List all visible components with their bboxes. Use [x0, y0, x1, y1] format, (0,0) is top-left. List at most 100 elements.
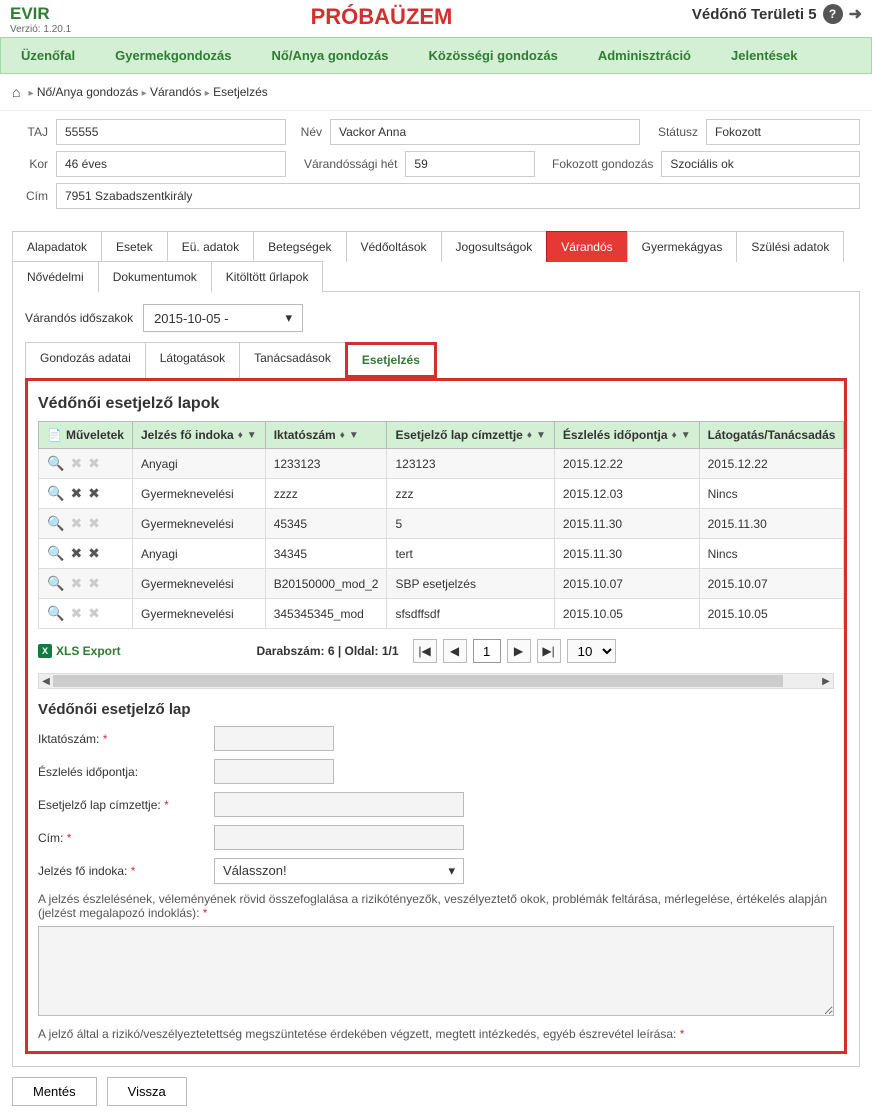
xls-export[interactable]: X XLS Export [38, 644, 121, 658]
horizontal-scrollbar[interactable]: ◀ ▶ [38, 673, 834, 689]
view-icon[interactable]: 🔍 [47, 515, 64, 532]
delete-icon[interactable]: ✖ [88, 545, 100, 562]
view-icon[interactable]: 🔍 [47, 485, 64, 502]
nav-item[interactable]: Gyermekgondozás [95, 38, 251, 73]
user-name: Védőnő Területi 5 [692, 6, 817, 23]
grid-table: 📄Műveletek Jelzés fő indoka♦▼ Iktatószám… [38, 421, 844, 629]
form-cim-label: Cím: [38, 831, 63, 845]
chevron-down-icon: ▾ [286, 310, 293, 326]
indok-select[interactable]: Válasszon! ▾ [214, 858, 464, 884]
home-icon[interactable]: ⌂ [12, 84, 20, 100]
th-cimzett: Esetjelző lap címzettje [395, 428, 522, 442]
breadcrumb-item[interactable]: Esetjelzés [213, 85, 268, 99]
pager-next[interactable]: ▶ [507, 639, 531, 663]
taj-label: TAJ [12, 125, 48, 139]
pager-first[interactable]: |◀ [413, 639, 437, 663]
pager-size-select[interactable]: 10 [567, 639, 616, 663]
tab[interactable]: Gyermekágyas [627, 231, 738, 262]
nav-item[interactable]: Nő/Anya gondozás [252, 38, 409, 73]
th-iktato: Iktatószám [274, 428, 336, 442]
banner-text: PRÓBAÜZEM [311, 4, 453, 30]
scroll-right-icon[interactable]: ▶ [819, 674, 833, 688]
cell-cimzett: 123123 [387, 449, 554, 479]
cimzett-input[interactable] [214, 792, 464, 817]
period-label: Várandós időszakok [25, 311, 133, 325]
tab[interactable]: Dokumentumok [98, 261, 212, 292]
pager-page-input[interactable] [473, 639, 501, 663]
subtab[interactable]: Esetjelzés [345, 342, 437, 378]
cell-cimzett: zzz [387, 479, 554, 509]
tab[interactable]: Eü. adatok [167, 231, 254, 262]
eszleles-label: Észlelés időpontja: [38, 765, 208, 779]
tab[interactable]: Alapadatok [12, 231, 102, 262]
view-icon[interactable]: 🔍 [47, 545, 64, 562]
pager-prev[interactable]: ◀ [443, 639, 467, 663]
nav-item[interactable]: Közösségi gondozás [409, 38, 578, 73]
nev-label: Név [294, 125, 322, 139]
sort-icon[interactable]: ♦ [527, 430, 532, 441]
fokg-label: Fokozott gondozás [543, 157, 653, 171]
sort-icon[interactable]: ♦ [672, 430, 677, 441]
edit-icon: ✖ [70, 575, 82, 592]
tab[interactable]: Szülési adatok [736, 231, 844, 262]
form-cim-input[interactable] [214, 825, 464, 850]
tab[interactable]: Esetek [101, 231, 168, 262]
period-select[interactable]: 2015-10-05 - ▾ [143, 304, 303, 332]
tab[interactable]: Betegségek [253, 231, 346, 262]
form-desc2: A jelző által a rizikó/veszélyeztetettsé… [38, 1027, 676, 1041]
logout-icon[interactable]: ➜ [849, 4, 862, 24]
edit-icon[interactable]: ✖ [70, 545, 82, 562]
table-row: 🔍✖✖Gyermeknevelési4534552015.11.302015.1… [39, 509, 844, 539]
breadcrumb-item[interactable]: Várandós [150, 85, 201, 99]
cell-eszleles: 2015.10.07 [554, 569, 699, 599]
tab[interactable]: Védőoltások [346, 231, 442, 262]
add-icon[interactable]: 📄 [47, 428, 62, 442]
cell-indok: Gyermeknevelési [132, 509, 265, 539]
tab[interactable]: Kitöltött űrlapok [211, 261, 324, 292]
save-button[interactable]: Mentés [12, 1077, 97, 1106]
cell-latogatas: Nincs [699, 539, 844, 569]
edit-icon[interactable]: ✖ [70, 485, 82, 502]
view-icon[interactable]: 🔍 [47, 605, 64, 622]
desc1-textarea[interactable] [38, 926, 834, 1016]
indok-label: Jelzés fő indoka: [38, 864, 127, 878]
cim-label: Cím [12, 189, 48, 203]
filter-icon[interactable]: ▼ [681, 430, 691, 441]
cell-iktato: 45345 [265, 509, 387, 539]
filter-icon[interactable]: ▼ [247, 430, 257, 441]
scroll-left-icon[interactable]: ◀ [39, 674, 53, 688]
sort-icon[interactable]: ♦ [238, 430, 243, 441]
subtab[interactable]: Gondozás adatai [25, 342, 146, 378]
view-icon[interactable]: 🔍 [47, 575, 64, 592]
cell-indok: Gyermeknevelési [132, 599, 265, 629]
tab[interactable]: Várandós [546, 231, 627, 262]
eszleles-input[interactable] [214, 759, 334, 784]
subtab[interactable]: Tanácsadások [239, 342, 346, 378]
cell-eszleles: 2015.10.05 [554, 599, 699, 629]
back-button[interactable]: Vissza [107, 1077, 187, 1106]
breadcrumb: ⌂ ▸ Nő/Anya gondozás ▸ Várandós ▸ Esetje… [0, 74, 872, 111]
cell-latogatas: Nincs [699, 479, 844, 509]
cell-iktato: B20150000_mod_2 [265, 569, 387, 599]
form-title: Védőnői esetjelző lap [38, 701, 834, 718]
nav-item[interactable]: Jelentések [711, 38, 818, 73]
iktato-input[interactable] [214, 726, 334, 751]
nav-item[interactable]: Adminisztráció [578, 38, 711, 73]
nav-item[interactable]: Üzenőfal [1, 38, 95, 73]
table-row: 🔍✖✖GyermeknevelésiB20150000_mod_2SBP ese… [39, 569, 844, 599]
filter-icon[interactable]: ▼ [536, 430, 546, 441]
subtab[interactable]: Látogatások [145, 342, 240, 378]
sort-icon[interactable]: ♦ [340, 430, 345, 441]
filter-icon[interactable]: ▼ [349, 430, 359, 441]
delete-icon[interactable]: ✖ [88, 485, 100, 502]
breadcrumb-item[interactable]: Nő/Anya gondozás [37, 85, 138, 99]
view-icon[interactable]: 🔍 [47, 455, 64, 472]
help-icon[interactable]: ? [823, 4, 843, 24]
cell-indok: Gyermeknevelési [132, 569, 265, 599]
vhet-value: 59 [405, 151, 535, 177]
scrollbar-thumb[interactable] [53, 675, 783, 687]
tab[interactable]: Nővédelmi [12, 261, 99, 292]
pager-last[interactable]: ▶| [537, 639, 561, 663]
tab[interactable]: Jogosultságok [441, 231, 548, 262]
chevron-down-icon: ▾ [448, 863, 455, 879]
